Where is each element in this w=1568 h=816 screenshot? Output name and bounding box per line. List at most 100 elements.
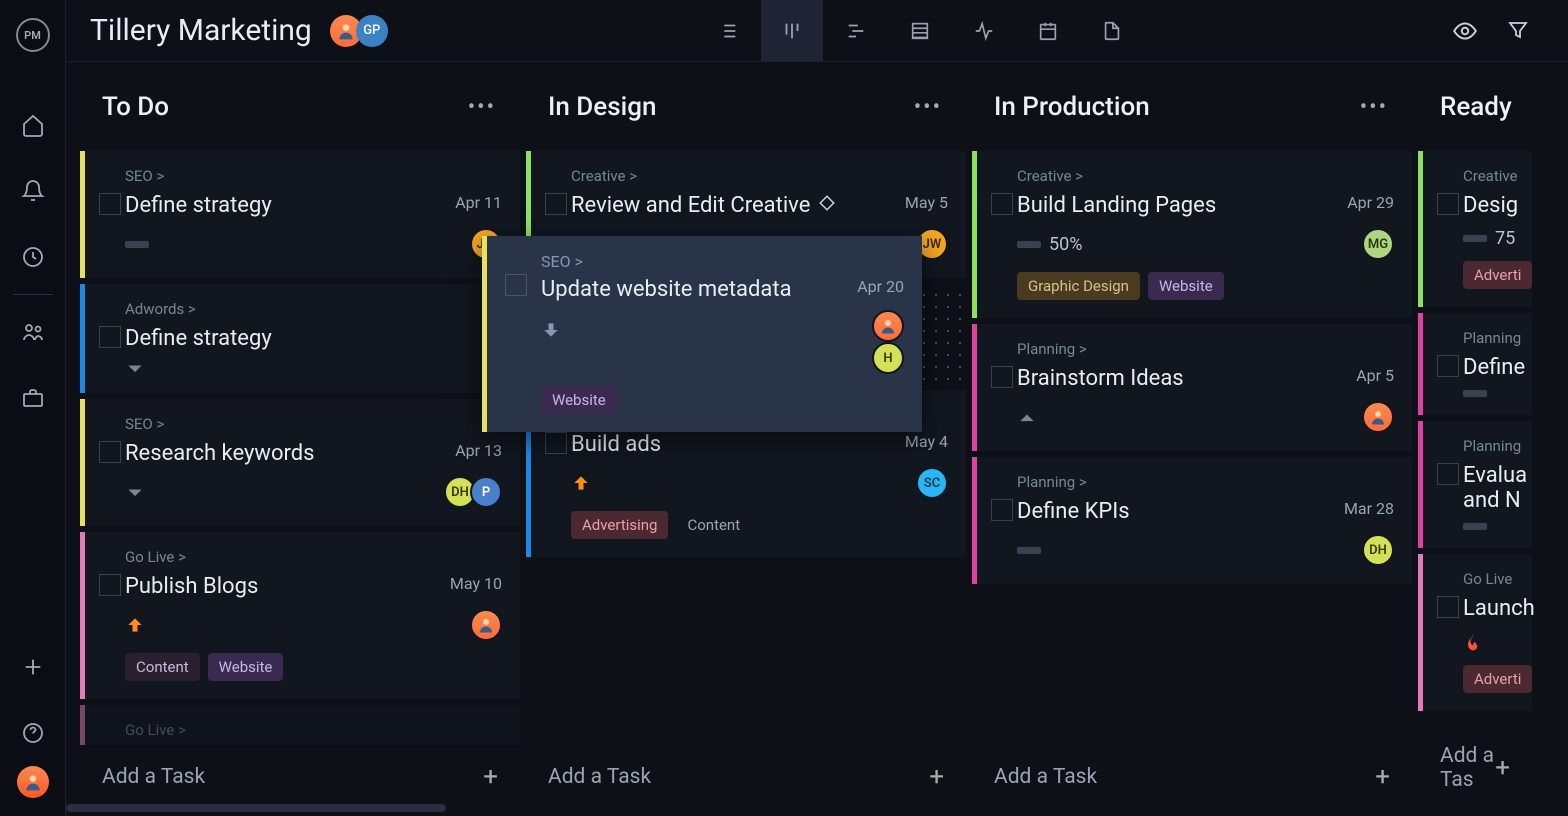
task-title: Build Landing Pages — [1017, 193, 1216, 218]
assignee-avatar[interactable]: MG — [1362, 228, 1394, 260]
add-task-button[interactable]: Add a Task+ — [526, 748, 966, 806]
task-checkbox[interactable] — [1437, 355, 1459, 377]
task-category: SEO > — [541, 252, 904, 271]
kanban-column: Ready CreativeDesig75AdvertiPlanningDefin… — [1418, 74, 1532, 806]
nav-help-icon[interactable] — [0, 700, 66, 766]
nav-bell-icon[interactable] — [0, 158, 66, 224]
task-tag: Website — [1148, 272, 1224, 300]
view-activity-icon[interactable] — [953, 0, 1015, 62]
plus-icon: + — [929, 762, 944, 792]
kanban-board[interactable]: To Do ••• SEO > Define strategy Apr 11 JW Adwo… — [66, 62, 1568, 816]
task-checkbox[interactable] — [99, 326, 121, 348]
assignee-avatar[interactable]: DH — [1362, 534, 1394, 566]
task-card[interactable]: Planning >Define KPIsMar 28DH — [972, 457, 1412, 584]
priority-indicator — [125, 485, 145, 499]
nav-home-icon[interactable] — [0, 92, 66, 158]
visibility-icon[interactable] — [1452, 18, 1478, 44]
task-checkbox[interactable] — [1437, 596, 1459, 618]
nav-briefcase-icon[interactable] — [0, 365, 66, 431]
task-date: May 5 — [905, 193, 948, 212]
column-menu-icon[interactable]: ••• — [1360, 95, 1388, 120]
nav-team-icon[interactable] — [0, 299, 66, 365]
task-date: Apr 29 — [1347, 193, 1394, 212]
column-menu-icon[interactable]: ••• — [468, 95, 496, 120]
member-avatar[interactable]: GP — [356, 15, 388, 47]
column-title: To Do — [102, 92, 169, 122]
task-category: Go Live > — [125, 721, 502, 739]
task-checkbox[interactable] — [545, 432, 567, 454]
assignee-avatar[interactable]: H — [872, 342, 904, 374]
task-date: Apr 20 — [857, 277, 904, 296]
view-calendar-icon[interactable] — [1017, 0, 1079, 62]
task-card[interactable]: Go LiveLaunchAdverti — [1418, 554, 1532, 711]
task-tag: Advertising — [571, 511, 668, 539]
task-date: Apr 13 — [455, 441, 502, 460]
task-card[interactable]: SEO >Define strategyApr 11JW — [80, 151, 520, 278]
task-title: Evalua and N — [1463, 463, 1527, 513]
task-tag: Website — [541, 386, 617, 414]
task-card[interactable]: Go Live >Publish BlogsMay 10ContentWebsi… — [80, 532, 520, 699]
add-task-button[interactable]: Add a Tas+ — [1418, 730, 1532, 806]
priority-indicator — [1017, 547, 1041, 554]
priority-indicator — [125, 615, 145, 635]
header: Tillery Marketing GP — [66, 0, 1568, 62]
task-category: Go Live > — [125, 548, 502, 566]
task-avatars — [1368, 401, 1394, 433]
task-date: Apr 5 — [1356, 366, 1394, 385]
add-task-button[interactable]: Add a Task+ — [972, 748, 1412, 806]
column-menu-icon[interactable]: ••• — [914, 95, 942, 120]
sidebar: PM — [0, 0, 66, 816]
view-sheet-icon[interactable] — [889, 0, 951, 62]
task-card[interactable]: Go Live >ContractsMay 9 — [80, 705, 520, 745]
dragging-card[interactable]: SEO > Update website metadata Apr 20 H W… — [482, 236, 922, 432]
task-category: Creative > — [571, 167, 948, 185]
view-list-icon[interactable] — [697, 0, 759, 62]
task-checkbox[interactable] — [991, 193, 1013, 215]
task-card[interactable]: Creative >Build Landing PagesApr 2950%MG… — [972, 151, 1412, 318]
task-avatars: JW — [922, 228, 948, 260]
assignee-avatar[interactable] — [470, 609, 502, 641]
task-tag: Graphic Design — [1017, 272, 1140, 300]
task-checkbox[interactable] — [505, 274, 527, 296]
assignee-avatar[interactable]: P — [470, 476, 502, 508]
task-checkbox[interactable] — [991, 366, 1013, 388]
task-checkbox[interactable] — [1437, 463, 1459, 485]
task-checkbox[interactable] — [991, 499, 1013, 521]
task-checkbox[interactable] — [545, 193, 567, 215]
view-gantt-icon[interactable] — [825, 0, 887, 62]
view-board-icon[interactable] — [761, 0, 823, 62]
user-avatar[interactable] — [17, 766, 49, 798]
task-card[interactable]: Planning >Brainstorm IdeasApr 5 — [972, 324, 1412, 451]
nav-add-icon[interactable] — [0, 634, 66, 700]
task-title: Define KPIs — [1017, 499, 1130, 524]
kanban-column: In Design•••Creative >Review and Edit Cr… — [526, 74, 966, 806]
task-card[interactable]: PlanningEvalua and N — [1418, 421, 1532, 548]
column-title: Ready — [1440, 92, 1512, 122]
filter-icon[interactable] — [1506, 18, 1530, 44]
task-card[interactable]: CreativeDesig75Adverti — [1418, 151, 1532, 307]
view-file-icon[interactable] — [1081, 0, 1143, 62]
task-title: Launch — [1463, 596, 1535, 621]
assignee-avatar[interactable] — [1362, 401, 1394, 433]
task-category: Creative > — [1017, 167, 1394, 185]
task-date: Apr 11 — [455, 193, 502, 212]
task-category: Planning > — [1017, 473, 1394, 491]
task-card[interactable]: SEO >Research keywordsApr 13DHP — [80, 399, 520, 526]
task-checkbox[interactable] — [99, 193, 121, 215]
plus-icon: + — [483, 762, 498, 792]
priority-low-icon — [541, 320, 561, 374]
task-title: Define strategy — [125, 193, 272, 218]
task-checkbox[interactable] — [1437, 193, 1459, 215]
assignee-avatar[interactable] — [872, 310, 904, 342]
task-card[interactable]: Adwords >Define strategy — [80, 284, 520, 393]
add-task-button[interactable]: Add a Task+ — [80, 748, 520, 806]
task-card[interactable]: PlanningDefine — [1418, 313, 1532, 415]
task-checkbox[interactable] — [99, 574, 121, 596]
app-logo[interactable]: PM — [16, 18, 50, 52]
header-avatars[interactable]: GP — [336, 15, 388, 47]
task-title: Define strategy — [125, 326, 272, 351]
nav-clock-icon[interactable] — [0, 224, 66, 290]
horizontal-scrollbar[interactable] — [66, 804, 446, 812]
assignee-avatar[interactable]: SC — [916, 467, 948, 499]
task-checkbox[interactable] — [99, 441, 121, 463]
